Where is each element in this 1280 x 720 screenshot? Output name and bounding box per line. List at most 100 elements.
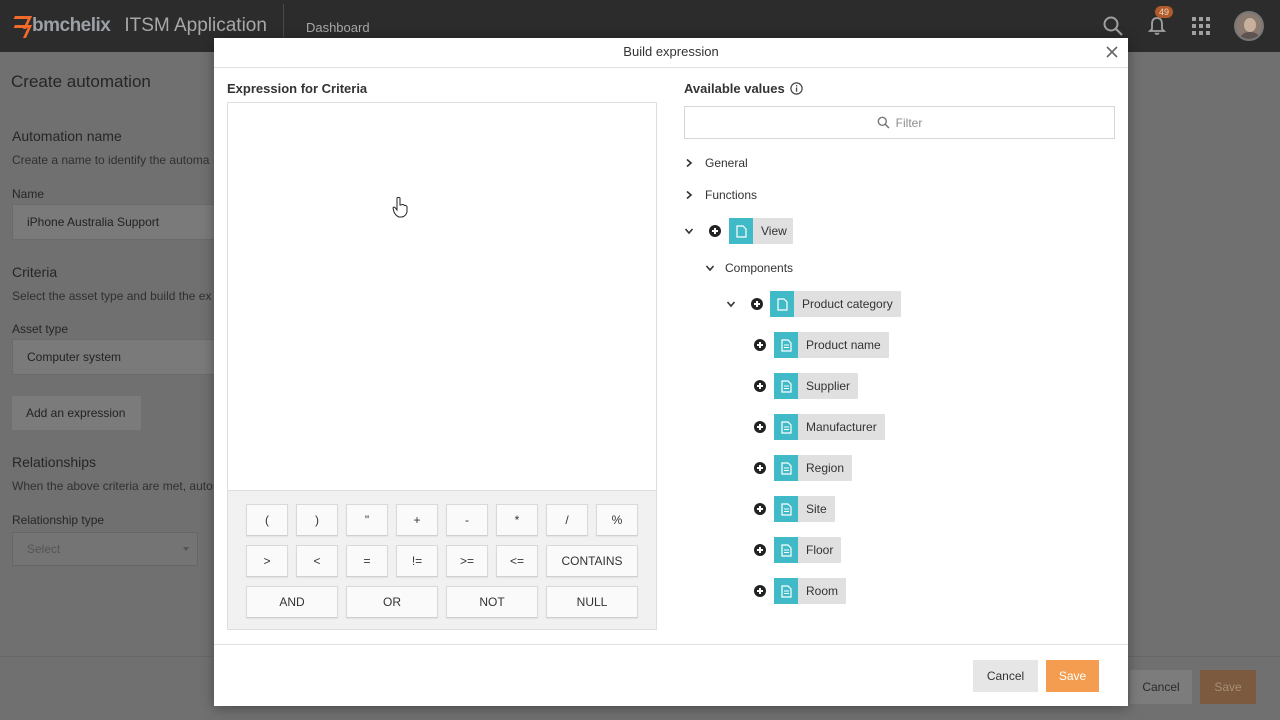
key-modulo[interactable]: % xyxy=(596,504,638,536)
tree-node-product-category[interactable]: Product category xyxy=(726,291,901,317)
app-launcher-grid-icon[interactable] xyxy=(1190,15,1212,37)
modal-footer-divider xyxy=(214,644,1128,645)
key-multiply[interactable]: * xyxy=(496,504,538,536)
key-or[interactable]: OR xyxy=(346,586,438,618)
add-plus-icon[interactable] xyxy=(754,339,766,351)
tree-label-general: General xyxy=(705,156,748,170)
document-icon xyxy=(770,291,794,317)
key-quote[interactable]: " xyxy=(346,504,388,536)
key-not-equals[interactable]: != xyxy=(396,545,438,577)
tree-field-product-name[interactable]: Product name xyxy=(754,332,889,358)
tree-field-room[interactable]: Room xyxy=(754,578,847,604)
chip-label-view: View xyxy=(761,224,787,238)
add-plus-icon[interactable] xyxy=(754,421,766,433)
relationship-type-label: Relationship type xyxy=(12,513,105,527)
tree-node-general[interactable]: General xyxy=(684,156,748,170)
filter-input[interactable]: Filter xyxy=(684,106,1115,139)
key-not[interactable]: NOT xyxy=(446,586,538,618)
modal-title: Build expression xyxy=(623,44,719,59)
page-cancel-button[interactable]: Cancel xyxy=(1130,670,1192,704)
add-plus-icon[interactable] xyxy=(754,380,766,392)
field-chip[interactable]: Product name xyxy=(774,332,889,358)
cancel-button[interactable]: Cancel xyxy=(973,660,1038,692)
tree-label-components: Components xyxy=(725,261,794,275)
field-document-icon xyxy=(774,496,798,522)
expression-heading: Expression for Criteria xyxy=(227,81,368,96)
chevron-right-icon[interactable] xyxy=(684,190,694,200)
chip-label-product-category: Product category xyxy=(802,297,893,311)
tree-node-components[interactable]: Components xyxy=(705,261,793,275)
logo-text: bmchelix xyxy=(32,15,111,36)
field-chip[interactable]: Site xyxy=(774,496,835,522)
key-minus[interactable]: - xyxy=(446,504,488,536)
chevron-down-icon[interactable] xyxy=(726,299,736,309)
add-plus-icon[interactable] xyxy=(709,225,721,237)
key-plus[interactable]: + xyxy=(396,504,438,536)
relationship-type-placeholder: Select xyxy=(27,542,61,556)
field-document-icon xyxy=(774,414,798,440)
view-chip[interactable]: View xyxy=(729,218,793,244)
hand-pointer-cursor-icon xyxy=(392,196,408,218)
field-document-icon xyxy=(774,373,798,399)
key-close-paren[interactable]: ) xyxy=(296,504,338,536)
automation-name-heading: Automation name xyxy=(12,128,122,144)
user-avatar[interactable] xyxy=(1234,11,1264,41)
add-plus-icon[interactable] xyxy=(754,462,766,474)
relationships-heading: Relationships xyxy=(12,454,97,470)
field-chip[interactable]: Region xyxy=(774,455,853,481)
chevron-right-icon[interactable] xyxy=(684,158,694,168)
chevron-down-icon[interactable] xyxy=(684,226,694,236)
name-label: Name xyxy=(12,187,45,201)
bmc-helix-logo[interactable]: bmchelix xyxy=(0,0,111,52)
close-icon[interactable] xyxy=(1104,44,1120,60)
add-plus-icon[interactable] xyxy=(754,585,766,597)
build-expression-modal: Build expression Expression for Criteria… xyxy=(214,38,1128,706)
key-open-paren[interactable]: ( xyxy=(246,504,288,536)
search-icon[interactable] xyxy=(1102,15,1124,37)
add-expression-button[interactable]: Add an expression xyxy=(12,396,141,430)
field-document-icon xyxy=(774,537,798,563)
relationship-type-select[interactable]: Select xyxy=(12,532,198,566)
add-plus-icon[interactable] xyxy=(754,544,766,556)
expression-editor[interactable] xyxy=(227,102,657,490)
asset-type-field[interactable]: Computer system xyxy=(12,339,222,375)
key-contains[interactable]: CONTAINS xyxy=(546,545,638,577)
field-chip[interactable]: Floor xyxy=(774,537,842,563)
tree-node-functions[interactable]: Functions xyxy=(684,188,757,202)
page-save-button[interactable]: Save xyxy=(1200,670,1256,704)
tree-node-view[interactable]: View xyxy=(684,218,793,244)
key-equals[interactable]: = xyxy=(346,545,388,577)
tree-field-region[interactable]: Region xyxy=(754,455,853,481)
notifications-bell-icon[interactable]: 49 xyxy=(1146,6,1174,37)
add-plus-icon[interactable] xyxy=(754,503,766,515)
field-document-icon xyxy=(774,332,798,358)
document-icon xyxy=(729,218,753,244)
tree-field-manufacturer[interactable]: Manufacturer xyxy=(754,414,885,440)
nav-dashboard[interactable]: Dashboard xyxy=(306,20,370,35)
info-icon[interactable] xyxy=(789,82,803,95)
field-chip[interactable]: Room xyxy=(774,578,847,604)
key-and[interactable]: AND xyxy=(246,586,338,618)
field-document-icon xyxy=(774,578,798,604)
key-null[interactable]: NULL xyxy=(546,586,638,618)
field-chip[interactable]: Supplier xyxy=(774,373,859,399)
notification-count-badge: 49 xyxy=(1155,6,1174,18)
field-chip[interactable]: Manufacturer xyxy=(774,414,885,440)
tree-field-floor[interactable]: Floor xyxy=(754,537,842,563)
operator-keypad: ( ) " + - * / % > < = != >= <= CONTAINS … xyxy=(227,490,657,630)
product-category-chip[interactable]: Product category xyxy=(770,291,901,317)
key-greater-than[interactable]: > xyxy=(246,545,288,577)
save-button[interactable]: Save xyxy=(1046,660,1099,692)
bmc-logo-icon xyxy=(12,15,26,37)
chip-label-supplier: Supplier xyxy=(806,379,851,393)
tree-label-functions: Functions xyxy=(705,188,758,202)
key-divide[interactable]: / xyxy=(546,504,588,536)
tree-field-site[interactable]: Site xyxy=(754,496,835,522)
chevron-down-icon[interactable] xyxy=(705,263,715,273)
key-less-equal[interactable]: <= xyxy=(496,545,538,577)
key-less-than[interactable]: < xyxy=(296,545,338,577)
add-plus-icon[interactable] xyxy=(751,298,763,310)
tree-field-supplier[interactable]: Supplier xyxy=(754,373,859,399)
name-field[interactable]: iPhone Australia Support xyxy=(12,204,222,240)
key-greater-equal[interactable]: >= xyxy=(446,545,488,577)
